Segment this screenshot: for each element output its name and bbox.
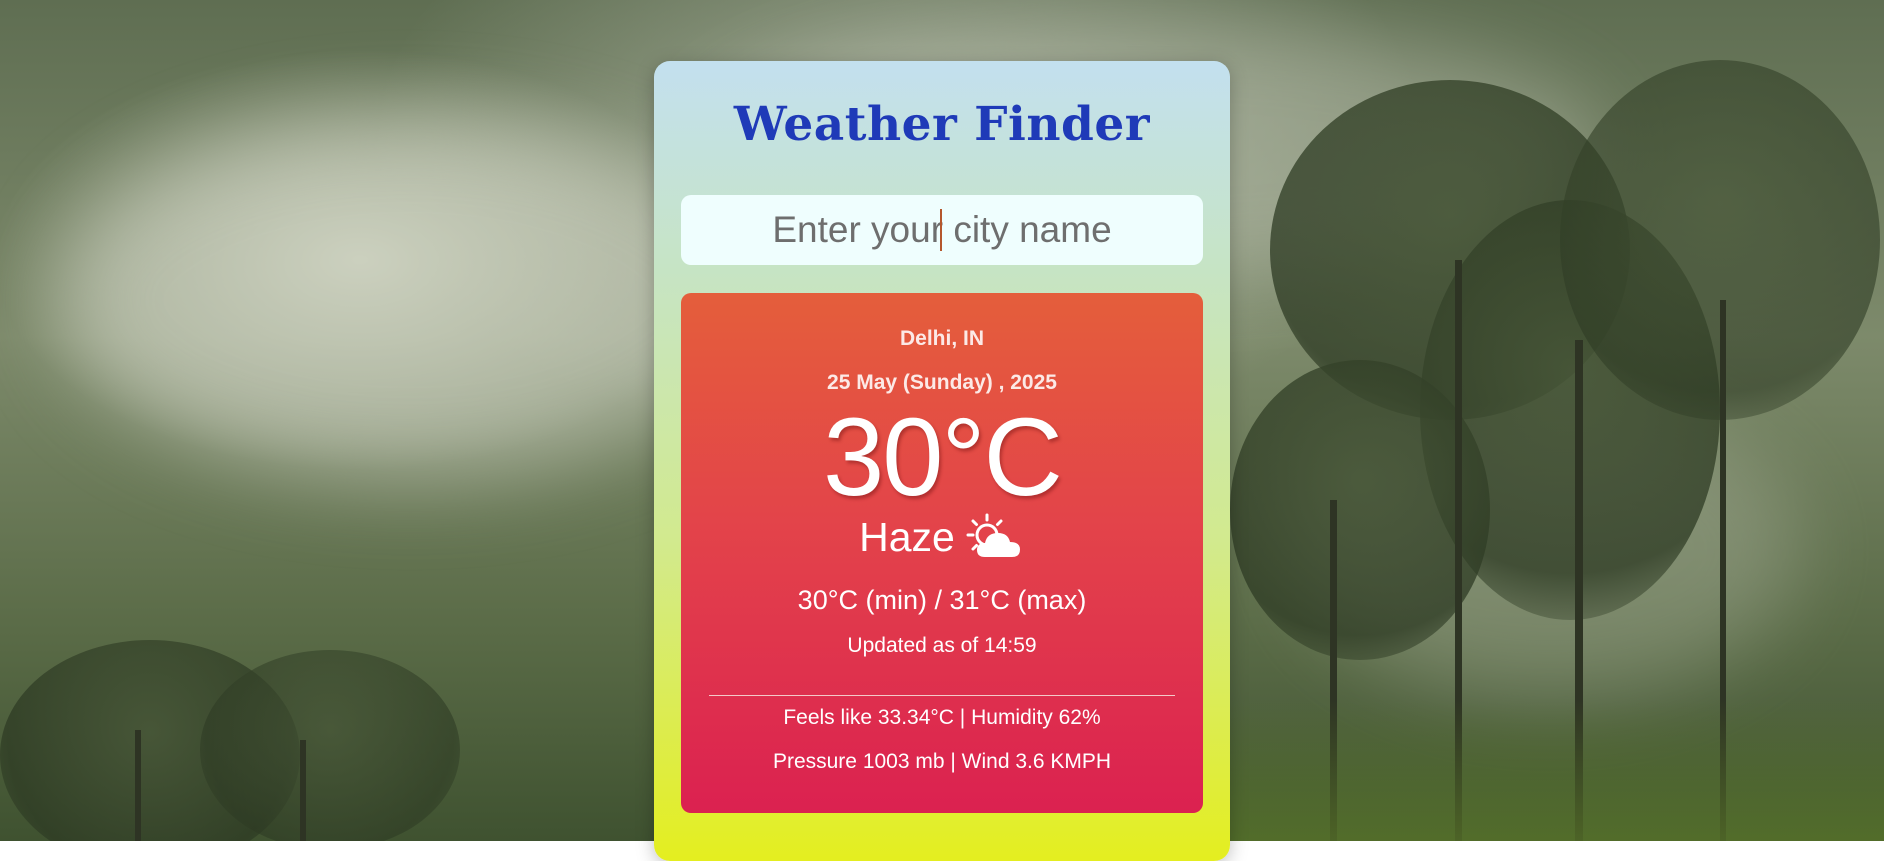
condition-row: Haze xyxy=(681,511,1203,563)
min-max-temperature: 30°C (min) / 31°C (max) xyxy=(797,585,1087,615)
pressure-wind: Pressure 1003 mb | Wind 3.6 KMPH xyxy=(772,750,1112,773)
text-cursor xyxy=(940,209,942,251)
weather-card: Weather Finder Delhi, IN 25 May (Sunday)… xyxy=(654,61,1230,861)
condition-label: Haze xyxy=(859,513,955,560)
location-label: Delhi, IN xyxy=(899,327,984,350)
weather-result-panel: Delhi, IN 25 May (Sunday) , 2025 30°C Ha… xyxy=(681,293,1203,813)
sun-behind-cloud-icon xyxy=(965,511,1025,563)
divider xyxy=(709,695,1175,696)
feels-like-humidity: Feels like 33.34°C | Humidity 62% xyxy=(783,706,1101,729)
app-title: Weather Finder xyxy=(733,97,1151,152)
updated-time: Updated as of 14:59 xyxy=(847,634,1037,657)
date-label: 25 May (Sunday) , 2025 xyxy=(827,371,1057,394)
city-search-input[interactable] xyxy=(681,195,1203,265)
current-temperature: 30°C xyxy=(823,396,1063,519)
